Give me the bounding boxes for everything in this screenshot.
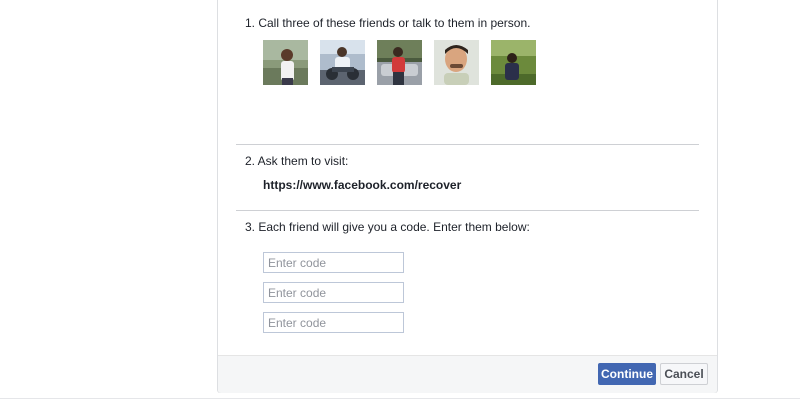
- separator: [236, 210, 699, 211]
- step-2: 2. Ask them to visit:: [245, 154, 348, 168]
- friend-photo-icon: [491, 40, 536, 85]
- step-3: 3. Each friend will give you a code. Ent…: [245, 220, 530, 234]
- friend-photo-5[interactable]: [491, 40, 536, 85]
- step-1: 1. Call three of these friends or talk t…: [245, 16, 530, 30]
- friend-photo-icon: [320, 40, 365, 85]
- step-3-text: 3. Each friend will give you a code. Ent…: [245, 220, 530, 234]
- friend-photo-icon: [263, 40, 308, 85]
- friend-photo-4[interactable]: [434, 40, 479, 85]
- friend-photo-icon: [434, 40, 479, 85]
- page-divider: [0, 398, 800, 399]
- code-input-1[interactable]: [263, 252, 404, 273]
- cancel-button[interactable]: Cancel: [660, 363, 708, 385]
- code-input-2[interactable]: [263, 282, 404, 303]
- friends-list: [263, 40, 536, 85]
- code-input-3[interactable]: [263, 312, 404, 333]
- step-1-text: 1. Call three of these friends or talk t…: [245, 16, 531, 30]
- step-2-text: 2. Ask them to visit:: [245, 154, 349, 168]
- friend-photo-1[interactable]: [263, 40, 308, 85]
- friend-photo-3[interactable]: [377, 40, 422, 85]
- recover-url: https://www.facebook.com/recover: [263, 178, 462, 192]
- dialog-footer: Continue Cancel: [218, 355, 717, 393]
- continue-button[interactable]: Continue: [598, 363, 656, 385]
- friend-photo-icon: [377, 40, 422, 85]
- friend-photo-2[interactable]: [320, 40, 365, 85]
- recovery-dialog: 1. Call three of these friends or talk t…: [217, 0, 718, 393]
- separator: [236, 144, 699, 145]
